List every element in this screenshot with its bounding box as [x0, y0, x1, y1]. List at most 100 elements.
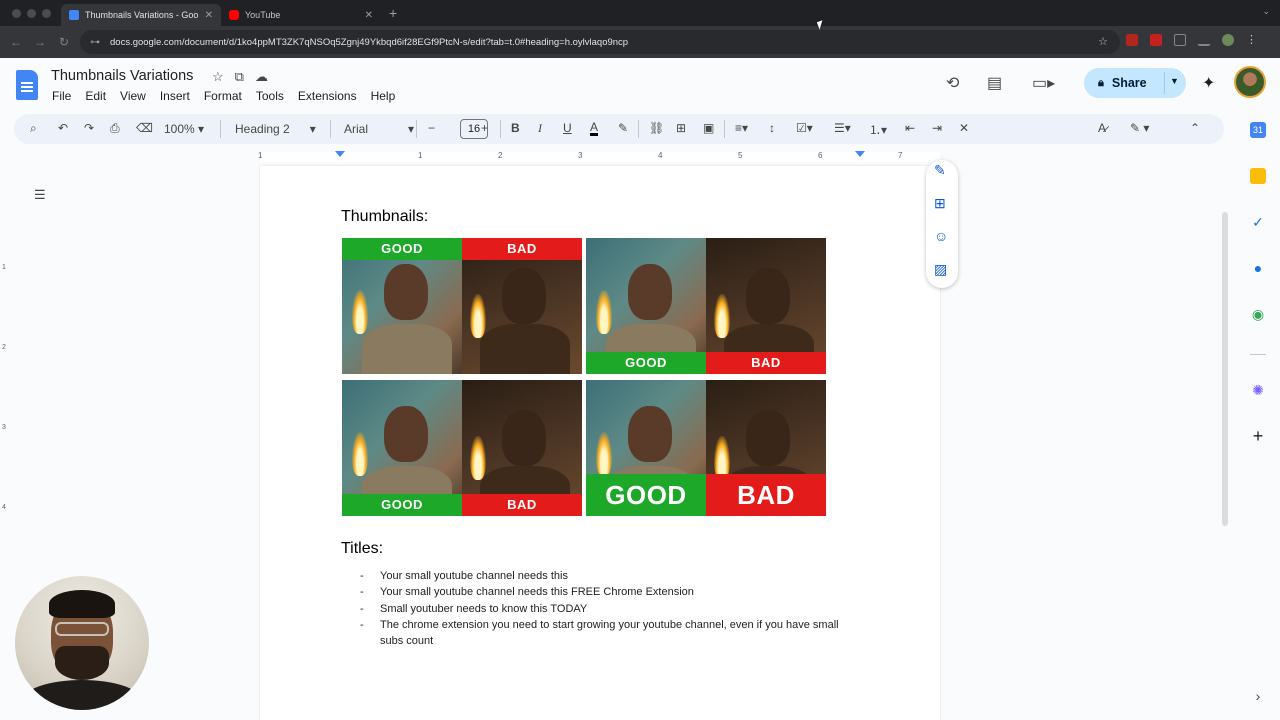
plus-icon[interactable]: + [389, 5, 397, 21]
move-folder-icon[interactable]: ⧉ [235, 69, 244, 85]
good-label: GOOD [586, 352, 706, 374]
decrease-font-size-icon[interactable]: − [428, 121, 435, 135]
menu-format[interactable]: Format [204, 89, 242, 103]
horizontal-ruler: 1 1 2 3 4 5 6 7 [0, 148, 1220, 164]
maps-icon[interactable]: ◉ [1250, 306, 1266, 322]
list-item[interactable]: Small youtuber needs to know this TODAY [360, 601, 860, 618]
italic-icon[interactable]: I [538, 121, 542, 136]
tasks-icon[interactable]: ✓ [1250, 214, 1266, 230]
highlight-icon[interactable]: ✎ [618, 121, 628, 135]
chevron-right-icon[interactable]: › [1250, 688, 1266, 704]
menu-insert[interactable]: Insert [160, 89, 190, 103]
reload-icon[interactable]: ↻ [52, 35, 76, 49]
thumbnails-heading[interactable]: Thumbnails: [341, 208, 428, 226]
forward-icon[interactable]: → [28, 35, 52, 49]
menu-file[interactable]: File [52, 89, 71, 103]
share-button[interactable]: 🔒︎ Share ▼ [1084, 68, 1186, 98]
keep-icon[interactable] [1250, 168, 1266, 184]
cloud-saved-icon[interactable]: ☁ [255, 69, 268, 85]
close-icon[interactable]: ✕ [205, 10, 213, 21]
list-item[interactable]: Your small youtube channel needs this FR… [360, 584, 860, 601]
browser-tab-bar: Thumbnails Variations - Goo ✕ YouTube ✕ … [0, 0, 1280, 26]
extension-icon[interactable] [1174, 34, 1186, 46]
window-controls[interactable] [12, 8, 51, 18]
site-info-icon[interactable]: ⊶ [90, 37, 100, 48]
clear-formatting-icon[interactable]: ✕ [959, 121, 969, 135]
addon-icon[interactable]: ✺ [1250, 382, 1266, 398]
decrease-indent-icon[interactable]: ⇤ [905, 121, 915, 135]
thumbnail-image[interactable]: GOOD BAD [342, 380, 582, 516]
list-item[interactable]: Your small youtube channel needs this [360, 568, 860, 585]
spellcheck-icon[interactable]: A̷ [1098, 121, 1106, 135]
avatar[interactable] [1234, 66, 1266, 98]
font-select[interactable]: Arial ▾ [344, 122, 414, 136]
url-input[interactable]: ⊶ docs.google.com/document/d/1ko4ppMT3ZK… [80, 30, 1120, 54]
left-indent-handle[interactable] [335, 151, 345, 157]
right-indent-handle[interactable] [855, 151, 865, 157]
titles-heading[interactable]: Titles: [341, 540, 383, 558]
search-menus-icon[interactable]: ⌕ [30, 121, 37, 136]
thumbnail-image[interactable]: GOOD BAD [342, 238, 582, 374]
document-outline-icon[interactable]: ☰ [34, 187, 46, 203]
bulleted-list-icon[interactable]: ☰▾ [834, 121, 851, 135]
document-page[interactable]: Thumbnails: GOOD BAD GOOD BAD GOOD BAD G… [260, 166, 940, 720]
chevron-down-icon[interactable]: ▼ [1170, 76, 1179, 86]
docs-logo-icon[interactable] [16, 70, 38, 100]
document-title[interactable]: Thumbnails Variations [51, 68, 193, 84]
bookmark-star-icon[interactable]: ☆ [1098, 35, 1108, 48]
checklist-icon[interactable]: ☑▾ [796, 121, 813, 135]
align-icon[interactable]: ≡▾ [735, 121, 748, 135]
menu-view[interactable]: View [120, 89, 146, 103]
gemini-icon[interactable]: ✦ [1202, 73, 1215, 93]
emoji-reaction-icon[interactable]: ☺ [934, 228, 948, 244]
menu-edit[interactable]: Edit [85, 89, 106, 103]
add-comment-icon[interactable]: ⊞ [934, 195, 946, 212]
docs-favicon-icon [69, 10, 79, 20]
menu-help[interactable]: Help [371, 89, 396, 103]
profile-icon[interactable] [1222, 34, 1234, 46]
bold-icon[interactable]: B [511, 121, 520, 135]
more-icon[interactable]: ⋮ [1246, 34, 1258, 46]
text-color-icon[interactable]: A [590, 121, 599, 136]
insert-image-icon[interactable]: ▣ [703, 121, 714, 135]
undo-icon[interactable]: ↶ [58, 121, 68, 135]
chevron-down-icon[interactable]: ⌄ [1262, 6, 1270, 17]
menu-tools[interactable]: Tools [256, 89, 284, 103]
underline-icon[interactable]: U [563, 121, 572, 135]
suggest-edits-icon[interactable]: ▨ [934, 261, 947, 278]
close-icon[interactable]: ✕ [365, 10, 373, 21]
tab-docs[interactable]: Thumbnails Variations - Goo ✕ [61, 4, 221, 26]
version-history-icon[interactable]: ⟲ [946, 73, 959, 93]
extension-icon[interactable] [1126, 34, 1138, 46]
paint-format-icon[interactable]: ⌫ [136, 121, 153, 135]
line-spacing-icon[interactable]: ↕ [769, 121, 775, 135]
increase-indent-icon[interactable]: ⇥ [932, 121, 942, 135]
star-icon[interactable]: ☆ [212, 69, 224, 85]
increase-font-size-icon[interactable]: + [481, 121, 488, 135]
edit-pencil-icon[interactable]: ✎ [934, 162, 946, 179]
redo-icon[interactable]: ↷ [84, 121, 94, 135]
calendar-icon[interactable]: 31 [1250, 122, 1266, 138]
link-icon[interactable]: ⛓ [649, 121, 664, 135]
list-item[interactable]: The chrome extension you need to start g… [360, 617, 860, 650]
collapse-menus-icon[interactable]: ⌃ [1190, 121, 1200, 135]
download-icon[interactable] [1198, 34, 1210, 46]
comments-icon[interactable]: ▤ [987, 73, 1002, 93]
menu-extensions[interactable]: Extensions [298, 89, 357, 103]
print-icon[interactable]: ⎙ [110, 121, 120, 136]
vertical-scrollbar[interactable] [1222, 212, 1228, 526]
numbered-list-icon[interactable]: ⒈▾ [869, 121, 887, 138]
extension-icon[interactable] [1150, 34, 1162, 46]
style-select[interactable]: Heading 2 ▾ [235, 122, 316, 136]
editing-mode-icon[interactable]: ✎ ▾ [1130, 121, 1149, 135]
thumbnail-image[interactable]: GOOD BAD [586, 238, 826, 374]
back-icon[interactable]: ← [4, 35, 28, 49]
meet-icon[interactable]: ▭▸ [1032, 73, 1055, 93]
plus-icon[interactable]: + [1250, 427, 1266, 445]
tab-youtube[interactable]: YouTube ✕ [221, 4, 381, 26]
titles-list: Your small youtube channel needs this Yo… [360, 568, 860, 649]
zoom-select[interactable]: 100% ▾ [164, 122, 204, 136]
add-comment-icon[interactable]: ⊞ [676, 121, 686, 135]
thumbnail-image[interactable]: GOOD BAD [586, 380, 826, 516]
contacts-icon[interactable]: ● [1250, 260, 1266, 276]
